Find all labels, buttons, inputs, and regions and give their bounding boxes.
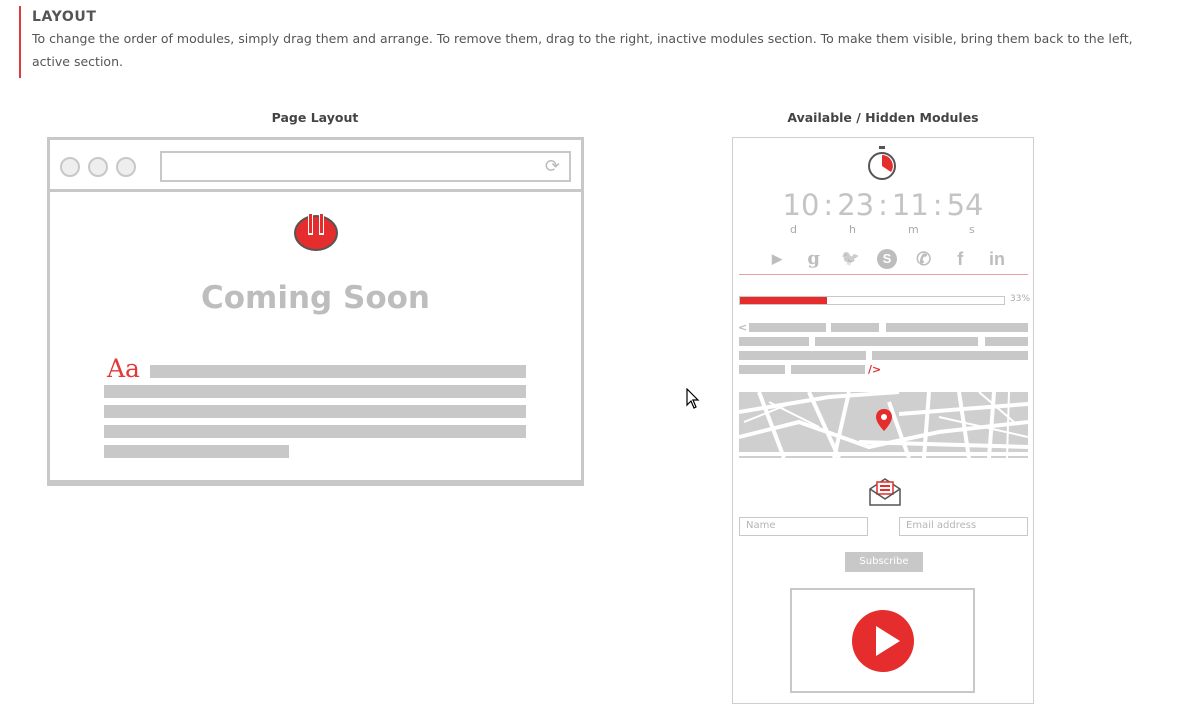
google-icon: g: [807, 248, 820, 269]
modules-title: Available / Hidden Modules: [787, 110, 979, 125]
email-field[interactable]: Email address: [899, 517, 1028, 536]
section-title: LAYOUT: [32, 9, 97, 25]
placeholder-text-line: [104, 445, 289, 458]
placeholder-text-line: [104, 405, 526, 418]
layout-section-header: LAYOUT To change the order of modules, s…: [19, 6, 1169, 78]
placeholder-text-line: [815, 337, 978, 346]
facebook-icon: f: [957, 249, 964, 269]
linkedin-icon: in: [988, 249, 1005, 269]
countdown-separator: :: [932, 188, 943, 222]
html-close-tag: />: [868, 363, 882, 376]
social-icons-module[interactable]: ▶ g 🐦 S ✆ f in: [767, 248, 1007, 270]
placeholder-text-line: [739, 365, 785, 374]
skype-icon: S: [876, 249, 897, 269]
placeholder-text-line: [739, 351, 866, 360]
name-field[interactable]: Name: [739, 517, 868, 536]
mouse-cursor-icon: [686, 388, 700, 409]
progress-fill: [740, 297, 828, 304]
browser-toolbar: ⟳: [50, 140, 581, 192]
placeholder-text-line: [749, 323, 826, 332]
stopwatch-icon: [868, 146, 896, 180]
progress-bar-module[interactable]: [739, 296, 1005, 305]
countdown-hours: 23: [837, 188, 875, 222]
refresh-icon: ⟳: [544, 156, 560, 176]
placeholder-text-line: [104, 425, 526, 438]
progress-label: 33%: [1010, 294, 1031, 304]
window-dot-icon: [60, 157, 80, 177]
countdown-days: 10: [782, 188, 820, 222]
countdown-separator: :: [878, 188, 888, 222]
browser-address-bar: ⟳: [160, 151, 571, 182]
window-dot-icon: [116, 157, 136, 177]
placeholder-text-line: [985, 337, 1028, 346]
html-open-tag: <: [738, 321, 748, 334]
countdown-seconds: 54: [946, 188, 984, 222]
placeholder-text-line: [831, 323, 879, 332]
placeholder-text-line: [791, 365, 865, 374]
map-module[interactable]: [739, 392, 1028, 458]
logo-icon: [294, 213, 338, 251]
countdown-minutes: 11: [891, 188, 929, 222]
subscribe-button[interactable]: Subscribe: [845, 552, 923, 572]
map-pin-icon: [876, 409, 892, 431]
whatsapp-icon: ✆: [916, 249, 932, 269]
countdown-unit-minutes: m: [908, 223, 919, 236]
countdown-unit-hours: h: [849, 223, 856, 236]
countdown-module[interactable]: 10 : 23 : 11 : 54: [733, 188, 1033, 222]
font-sample-icon: Aa: [107, 354, 140, 383]
countdown-unit-seconds: s: [969, 223, 975, 236]
twitter-icon: 🐦: [840, 250, 860, 267]
newsletter-envelope-icon: [869, 478, 901, 506]
video-module[interactable]: [790, 588, 975, 693]
placeholder-text-line: [886, 323, 1028, 332]
placeholder-text-line: [739, 337, 809, 346]
countdown-unit-days: d: [790, 223, 797, 236]
youtube-icon: ▶: [772, 251, 782, 266]
coming-soon-heading-module[interactable]: Coming Soon: [50, 280, 581, 316]
play-icon: [852, 610, 914, 672]
countdown-separator: :: [823, 188, 834, 222]
placeholder-text-line: [150, 365, 526, 378]
divider: [739, 274, 1028, 275]
section-description: To change the order of modules, simply d…: [32, 31, 1133, 69]
window-dot-icon: [88, 157, 108, 177]
placeholder-text-line: [104, 385, 526, 398]
page-layout-preview[interactable]: ⟳ Coming Soon Aa: [47, 137, 584, 486]
hidden-modules-panel[interactable]: 10 : 23 : 11 : 54 d h m s ▶ g 🐦 S ✆ f in…: [732, 137, 1034, 704]
placeholder-text-line: [872, 351, 1028, 360]
page-layout-title: Page Layout: [271, 110, 359, 125]
